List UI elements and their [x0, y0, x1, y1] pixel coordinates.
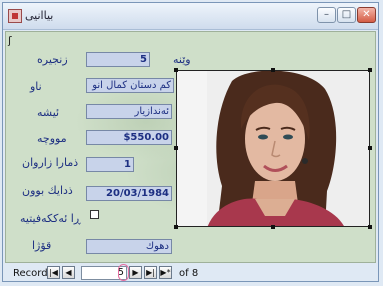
record-navigation: Record: |◀ ◀ 5 ▶ ▶| ▶* of 8	[5, 264, 376, 281]
label-salary: مووچە	[37, 132, 67, 145]
field-children[interactable]: 1	[86, 157, 134, 172]
first-record-button[interactable]: |◀	[47, 266, 60, 279]
maximize-button[interactable]: □	[337, 7, 356, 23]
resize-handle[interactable]	[271, 225, 275, 229]
label-job: ئیشه	[37, 106, 60, 119]
checkbox-field[interactable]	[90, 210, 99, 219]
label-photo: وێنە	[173, 53, 191, 66]
record-selector-icon[interactable]: ʃ	[8, 34, 12, 47]
field-birthdate[interactable]: 20/03/1984	[86, 186, 172, 201]
next-record-button[interactable]: ▶	[129, 266, 142, 279]
resize-handle[interactable]	[174, 68, 178, 72]
previous-record-button[interactable]: ◀	[62, 266, 75, 279]
form-window: بیاانیی – □ ✕ ʃ زنجیره 5 وێنە ناو کم دست…	[2, 2, 379, 282]
label-checkbox: ڕا ئەککەفیتیە	[20, 212, 81, 225]
label-children: ذمارا زاروان	[22, 156, 79, 169]
resize-handle[interactable]	[271, 68, 275, 72]
resize-handle[interactable]	[174, 146, 178, 150]
form-detail: ʃ زنجیره 5 وێنە ناو کم دستان کمال انو ئی…	[5, 31, 376, 263]
label-birthdate: ذدایك بوون	[22, 184, 73, 197]
portrait-image	[177, 71, 369, 226]
close-button[interactable]: ✕	[357, 7, 376, 23]
field-city[interactable]: دهوك	[86, 239, 172, 254]
field-chain[interactable]: 5	[86, 52, 150, 67]
label-city: قۆژا	[32, 239, 52, 252]
title-bar[interactable]: بیاانیی – □ ✕	[3, 3, 378, 30]
minimize-button[interactable]: –	[317, 7, 336, 23]
label-name: ناو	[30, 80, 42, 93]
form-icon	[8, 9, 22, 23]
field-job[interactable]: ئەندازیار	[86, 104, 172, 119]
field-salary[interactable]: $550.00	[86, 130, 172, 145]
record-label: Record:	[13, 268, 51, 279]
resize-handle[interactable]	[368, 146, 372, 150]
window-title: بیاانیی	[25, 9, 54, 22]
label-chain: زنجیره	[37, 53, 68, 66]
resize-handle[interactable]	[174, 225, 178, 229]
record-number-highlight	[118, 264, 129, 281]
resize-handle[interactable]	[368, 68, 372, 72]
last-record-button[interactable]: ▶|	[144, 266, 157, 279]
new-record-button[interactable]: ▶*	[159, 266, 172, 279]
employee-photo[interactable]	[176, 70, 370, 227]
record-total: of 8	[179, 268, 199, 279]
field-name[interactable]: کم دستان کمال انو	[86, 78, 174, 93]
resize-handle[interactable]	[368, 225, 372, 229]
